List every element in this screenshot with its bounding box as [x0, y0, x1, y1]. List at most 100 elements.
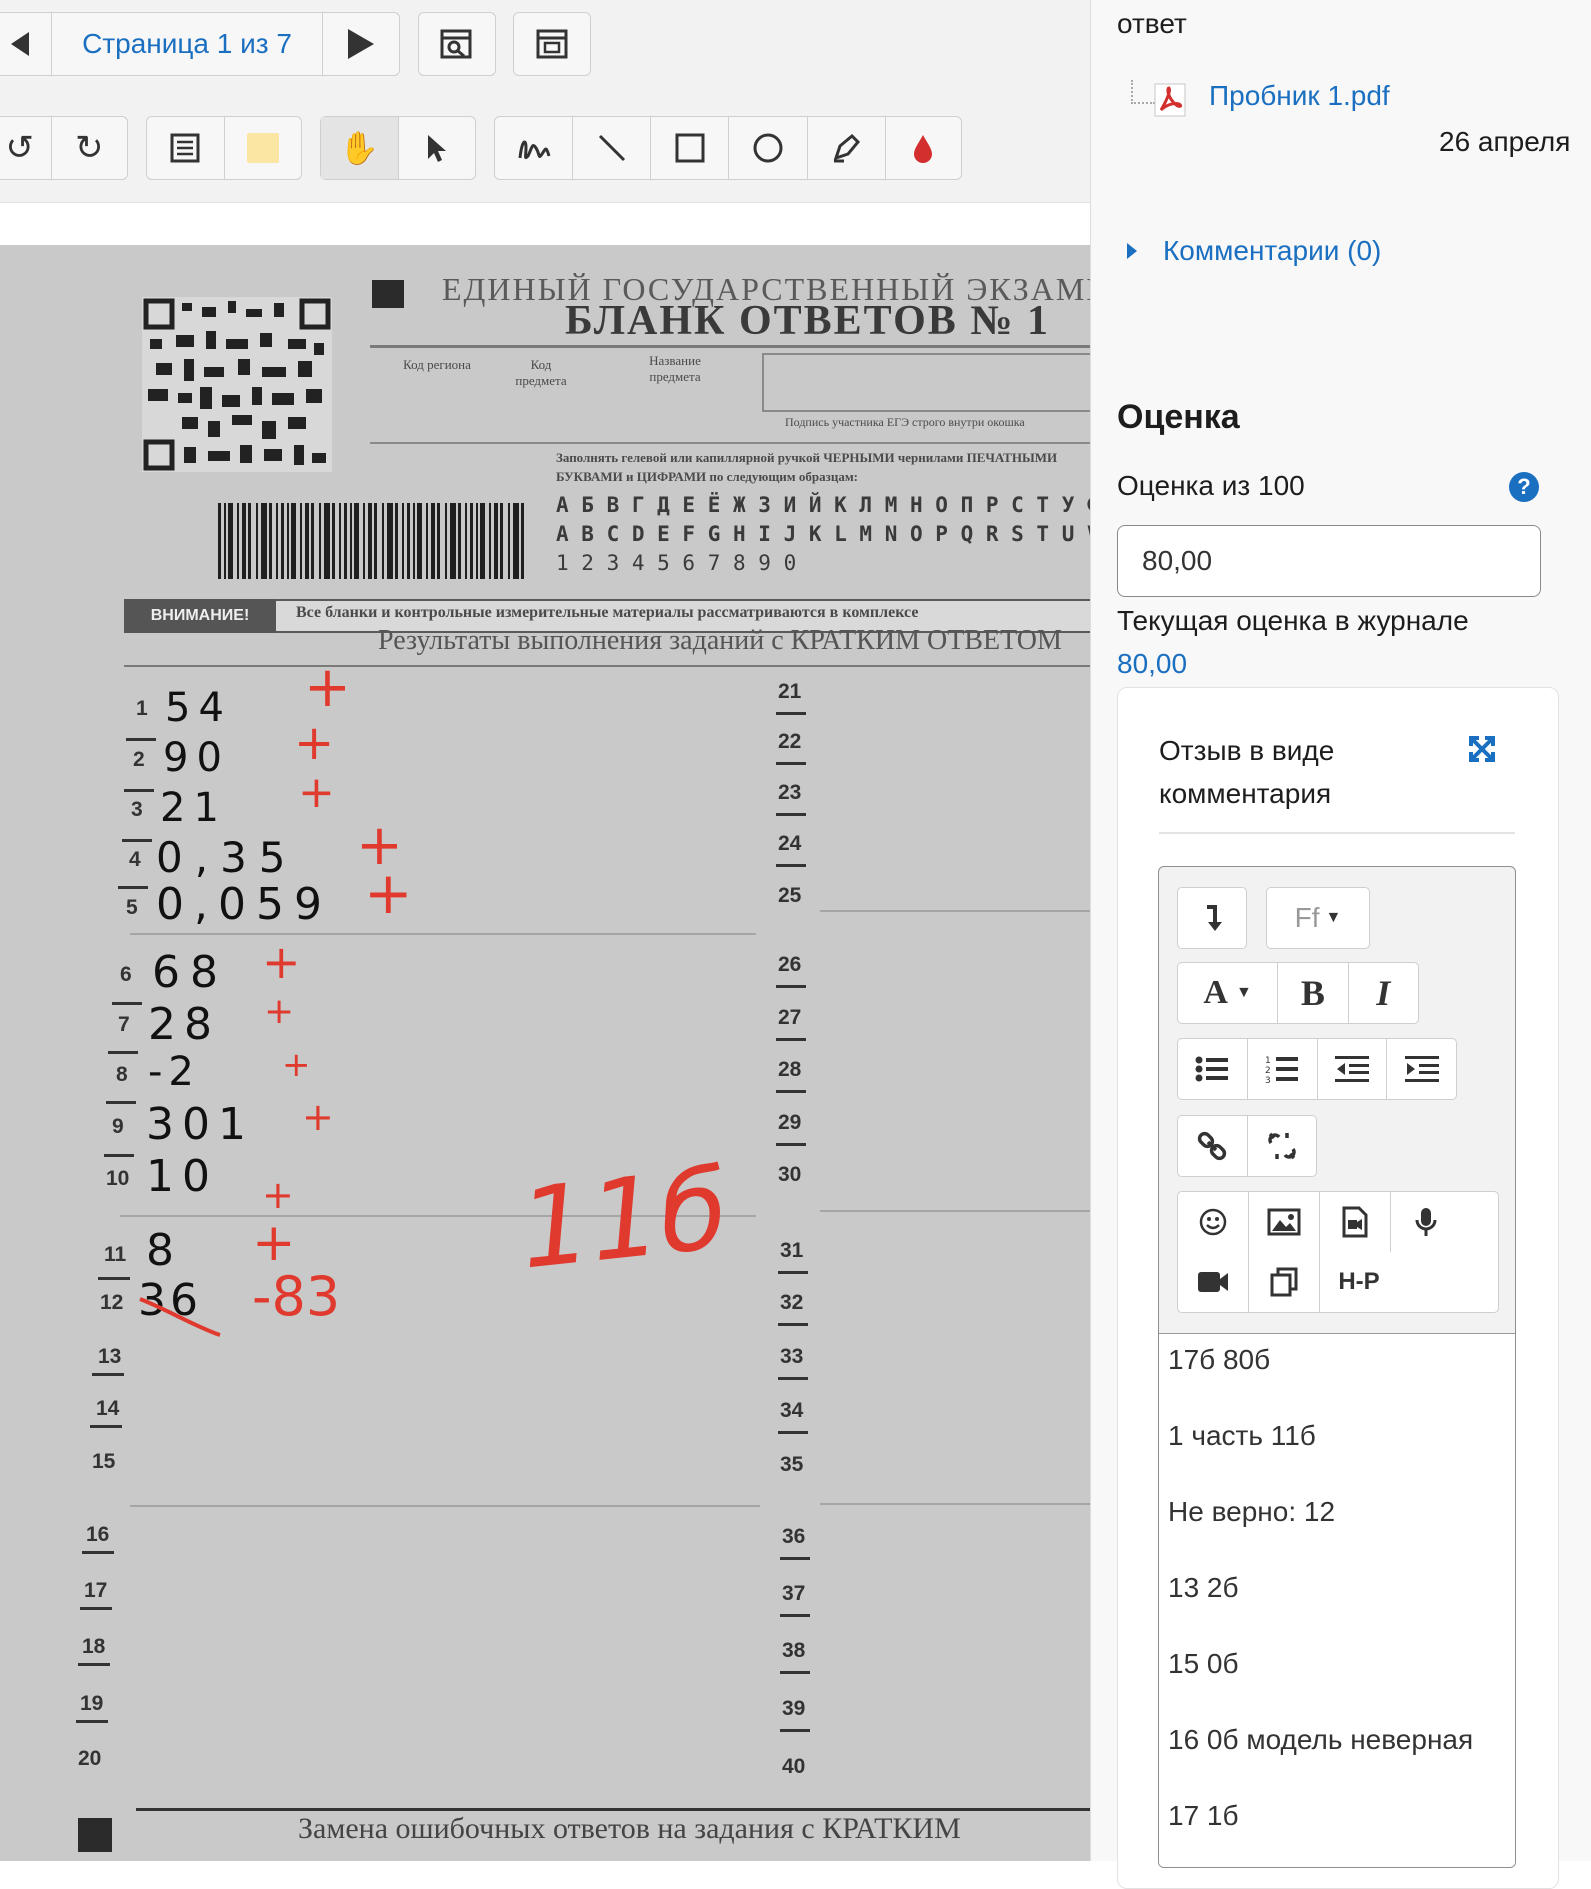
- svg-text:3: 3: [1265, 1076, 1271, 1084]
- media-group: H-P: [1177, 1191, 1499, 1313]
- rectangle-tool-button[interactable]: [651, 117, 730, 179]
- outdent-button[interactable]: [1318, 1039, 1388, 1099]
- prev-page-button[interactable]: [0, 13, 52, 75]
- pan-tool-button[interactable]: ✋: [321, 117, 399, 179]
- pen-scribble-icon: [518, 140, 551, 160]
- circle-icon: [753, 133, 783, 163]
- feedback-content-area[interactable]: 17б 80б 1 часть 11б Не верно: 12 13 2б 1…: [1159, 1333, 1515, 1867]
- image-button[interactable]: [1249, 1192, 1320, 1252]
- sample-digits: 1 2 3 4 5 6 7 8 9 0: [556, 551, 797, 575]
- italic-button[interactable]: I: [1349, 963, 1418, 1023]
- comments-toggle[interactable]: Комментарии (0): [1163, 235, 1381, 267]
- next-page-button[interactable]: [323, 13, 399, 75]
- current-grade-value[interactable]: 80,00: [1117, 648, 1187, 680]
- document-video-icon: [1342, 1206, 1368, 1238]
- answer-value-2: 90: [163, 735, 230, 781]
- answer-number-11: 11: [104, 1243, 127, 1266]
- check-mark-3: +: [298, 767, 335, 818]
- answer-number-13: 13: [98, 1345, 122, 1368]
- record-video-button[interactable]: [1178, 1252, 1249, 1312]
- pdf-file-icon: [1154, 83, 1186, 117]
- answer-number-27: 27: [778, 1006, 802, 1029]
- emoticon-button[interactable]: [1178, 1192, 1249, 1252]
- search-document-icon: [440, 29, 472, 59]
- bold-button[interactable]: B: [1278, 963, 1349, 1023]
- ink-color-button[interactable]: [886, 117, 961, 179]
- check-mark-11: +: [252, 1213, 296, 1273]
- media-button[interactable]: [1320, 1192, 1391, 1252]
- feedback-line-1: 17б 80б: [1168, 1344, 1271, 1375]
- answer-number-34: 34: [780, 1399, 804, 1422]
- grid-rule-right-2: [820, 1210, 1090, 1212]
- grade-label: Оценка из 100: [1117, 470, 1305, 501]
- feedback-divider: [1159, 832, 1515, 834]
- check-mark-10: +: [262, 1173, 294, 1217]
- answer-underline-16: [82, 1551, 114, 1554]
- record-audio-button[interactable]: [1391, 1192, 1461, 1252]
- answer-number-33: 33: [780, 1345, 804, 1368]
- unlink-button[interactable]: [1248, 1116, 1317, 1176]
- answer-underline-4: [118, 886, 148, 889]
- answer-number-4: 4: [129, 848, 141, 871]
- h5p-button[interactable]: H-P: [1320, 1252, 1398, 1312]
- answer-number-17: 17: [84, 1579, 108, 1602]
- ordered-list-button[interactable]: 123: [1248, 1039, 1318, 1099]
- pan-select-group: ✋: [320, 116, 476, 180]
- text-color-label: A: [1203, 974, 1228, 1011]
- answer-underline-39: [780, 1729, 810, 1732]
- feedback-title-line-2: комментария: [1159, 778, 1332, 809]
- answer-value-4: 0,35: [156, 833, 298, 882]
- expand-icon[interactable]: [1467, 734, 1497, 764]
- font-family-button[interactable]: Ff ▼: [1266, 887, 1370, 949]
- page-select[interactable]: Страница 1 из 7: [52, 13, 324, 75]
- check-mark-8: +: [282, 1045, 311, 1085]
- header-rule: [370, 345, 1090, 348]
- unordered-list-button[interactable]: [1178, 1039, 1248, 1099]
- check-mark-2: +: [294, 715, 335, 771]
- toolbar-toggle-button[interactable]: [1177, 887, 1247, 949]
- undo-button[interactable]: ↺: [0, 117, 52, 179]
- link-group: [1177, 1115, 1317, 1177]
- video-camera-icon: [1198, 1272, 1228, 1292]
- footer-marker: [78, 1818, 112, 1852]
- manage-files-button[interactable]: [1249, 1252, 1320, 1312]
- line-tool-button[interactable]: [573, 117, 652, 179]
- total-score-mark: 11б: [513, 1144, 734, 1294]
- answer-number-31: 31: [780, 1239, 804, 1262]
- answer-number-38: 38: [782, 1639, 806, 1662]
- feedback-line-6: 16 0б модель неверная: [1168, 1724, 1474, 1755]
- barcode: [218, 503, 524, 579]
- comment-group: [146, 116, 302, 180]
- search-comments-button[interactable]: [418, 12, 496, 76]
- select-tool-button[interactable]: [399, 117, 476, 179]
- grade-input[interactable]: [1117, 525, 1541, 597]
- pen-tool-button[interactable]: [495, 117, 574, 179]
- indent-button[interactable]: [1387, 1039, 1456, 1099]
- answer-value-6: 68: [152, 947, 228, 998]
- answer-number-35: 35: [780, 1453, 804, 1476]
- help-icon[interactable]: ?: [1509, 472, 1539, 502]
- comment-tool-button[interactable]: [147, 117, 225, 179]
- redo-button[interactable]: ↻: [52, 117, 127, 179]
- oval-tool-button[interactable]: [729, 117, 808, 179]
- bold-label: B: [1300, 973, 1325, 1013]
- comment-color-button[interactable]: [225, 117, 302, 179]
- text-color-button[interactable]: A ▼: [1178, 963, 1279, 1023]
- check-mark-1: +: [304, 655, 351, 720]
- answer-number-22: 22: [778, 730, 802, 753]
- answer-value-11: 8: [146, 1225, 174, 1276]
- caret-right-icon[interactable]: [1125, 241, 1139, 261]
- current-grade-label: Текущая оценка в журнале: [1117, 605, 1469, 636]
- expand-window-button[interactable]: [513, 12, 591, 76]
- h5p-icon: H-P: [1338, 1268, 1380, 1295]
- highlight-tool-button[interactable]: [808, 117, 886, 179]
- answer-number-14: 14: [96, 1397, 120, 1420]
- pdf-file-link[interactable]: Пробник 1.pdf: [1209, 80, 1390, 112]
- answer-number-2: 2: [133, 748, 145, 771]
- answer-underline-3: [122, 839, 152, 842]
- link-button[interactable]: [1178, 1116, 1248, 1176]
- answer-value-5: 0,059: [156, 879, 332, 930]
- sample-cyrillic: А Б В Г Д Е Ё Ж З И Й К Л М Н О П Р С Т …: [556, 493, 1090, 517]
- grid-rule-left-3: [130, 1505, 760, 1507]
- answer-number-1: 1: [136, 697, 148, 720]
